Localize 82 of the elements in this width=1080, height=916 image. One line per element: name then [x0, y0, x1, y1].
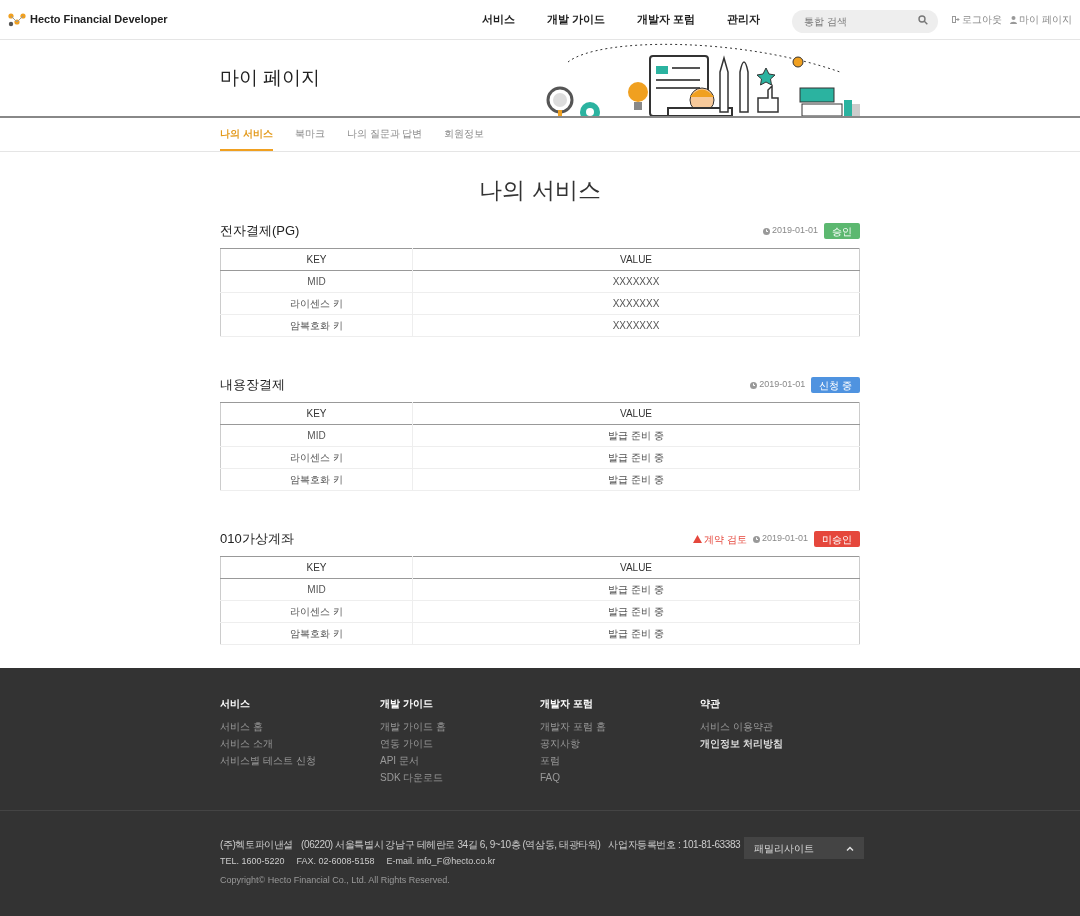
clock-icon: [762, 227, 770, 235]
column-header: KEY: [220, 248, 413, 271]
company-info: TEL. 1600-5220: [220, 855, 285, 868]
user-icon: [1010, 15, 1018, 24]
nav-link[interactable]: 서비스: [482, 11, 516, 28]
header-link[interactable]: 로그아웃: [962, 12, 1003, 27]
family-site-dropdown[interactable]: 패밀리사이트: [744, 837, 865, 859]
logout-icon: [952, 16, 961, 23]
tab[interactable]: 나의 서비스: [220, 118, 273, 151]
column-header: VALUE: [412, 556, 860, 579]
chevron-up-icon: [846, 845, 855, 851]
status-badge: 승인: [824, 223, 860, 239]
footer-heading: 약관: [700, 697, 721, 711]
nav-link[interactable]: 관리자: [727, 11, 761, 28]
tab[interactable]: 회원정보: [444, 118, 485, 151]
warning-text: 계약 검토: [704, 532, 747, 547]
company-info: 사업자등록번호 : 101-81-63383: [608, 838, 741, 852]
clock-icon: [750, 381, 758, 389]
footer-link[interactable]: 서비스 소개: [220, 736, 273, 753]
table-cell: XXXXXXX: [412, 314, 860, 337]
table-cell: XXXXXXX: [412, 292, 860, 315]
footer-link[interactable]: 개발자 포럼 홈: [540, 719, 606, 736]
footer-link[interactable]: 서비스 홈: [220, 719, 263, 736]
page-title: 마이 페이지: [220, 65, 321, 90]
footer-link[interactable]: 개발 가이드 홈: [380, 719, 446, 736]
table-cell: 발급 준비 중: [412, 446, 860, 469]
company-info: E-mail. info_F@hecto.co.kr: [386, 855, 496, 868]
footer-link[interactable]: 서비스별 테스트 신청: [220, 753, 316, 770]
search-field[interactable]: 통합 검색: [792, 10, 939, 33]
tab[interactable]: 북마크: [294, 118, 325, 151]
table-cell: 라이센스 키: [220, 292, 413, 315]
footer-link[interactable]: 공지사항: [540, 736, 580, 753]
table-cell: 암복호화 키: [220, 468, 413, 491]
service-date: 2019-01-01: [761, 532, 808, 546]
table-cell: 발급 준비 중: [412, 468, 860, 491]
footer-heading: 서비스: [220, 697, 251, 711]
footer-link[interactable]: 포럼: [540, 753, 560, 770]
table-cell: MID: [220, 424, 413, 447]
company-info: FAX. 02-6008-5158: [296, 855, 375, 868]
table-cell: MID: [220, 578, 413, 601]
copyright: Copyright© Hecto Financial Co., Ltd. All Rights Reserved.: [220, 874, 451, 887]
footer-link[interactable]: 개인정보 처리방침: [700, 736, 783, 753]
status-badge: 신청 중: [811, 377, 860, 393]
tab[interactable]: 나의 질문과 답변: [346, 118, 423, 151]
nav-link[interactable]: 개발 가이드: [547, 11, 606, 28]
footer-heading: 개발자 포럼: [540, 697, 594, 711]
footer-link[interactable]: API 문서: [380, 753, 419, 770]
footer-link[interactable]: FAQ: [540, 770, 560, 787]
service-title: 010가상계좌: [220, 530, 295, 549]
column-header: KEY: [220, 556, 413, 579]
section-heading: 나의 서비스: [478, 176, 602, 204]
clock-icon: [752, 535, 760, 543]
service-date: 2019-01-01: [771, 224, 818, 238]
header-link[interactable]: 마이 페이지: [1019, 12, 1072, 27]
column-header: VALUE: [412, 248, 860, 271]
company-info: (06220) 서울특별시 강남구 테헤란로 34길 6, 9~10층 (역삼동, 태광타워): [301, 838, 601, 852]
table-cell: XXXXXXX: [412, 270, 860, 293]
service-date: 2019-01-01: [759, 378, 806, 392]
table-cell: 암복호화 키: [220, 314, 413, 337]
service-title: 내용장결제: [220, 376, 286, 395]
nav-link[interactable]: 개발자 포럼: [637, 11, 696, 28]
footer-link[interactable]: 서비스 이용약관: [700, 719, 773, 736]
table-cell: 발급 준비 중: [412, 578, 860, 601]
search-icon[interactable]: [918, 15, 929, 25]
logo-text[interactable]: Hecto Financial Developer: [30, 11, 168, 28]
column-header: VALUE: [412, 402, 860, 425]
footer-link[interactable]: SDK 다운로드: [380, 770, 444, 787]
table-cell: 라이센스 키: [220, 446, 413, 469]
service-title: 전자결제(PG): [220, 222, 301, 241]
footer-heading: 개발 가이드: [380, 697, 434, 711]
logo-icon: [8, 12, 26, 27]
column-header: KEY: [220, 402, 413, 425]
table-cell: 발급 준비 중: [412, 622, 860, 645]
table-cell: 암복호화 키: [220, 622, 413, 645]
warning-icon: [693, 535, 703, 543]
footer-link[interactable]: 연동 가이드: [380, 736, 433, 753]
table-cell: 발급 준비 중: [412, 600, 860, 623]
status-badge: 미승인: [814, 531, 860, 547]
company-info: (주)헥토파이낸셜: [220, 838, 294, 852]
table-cell: 발급 준비 중: [412, 424, 860, 447]
table-cell: MID: [220, 270, 413, 293]
table-cell: 라이센스 키: [220, 600, 413, 623]
